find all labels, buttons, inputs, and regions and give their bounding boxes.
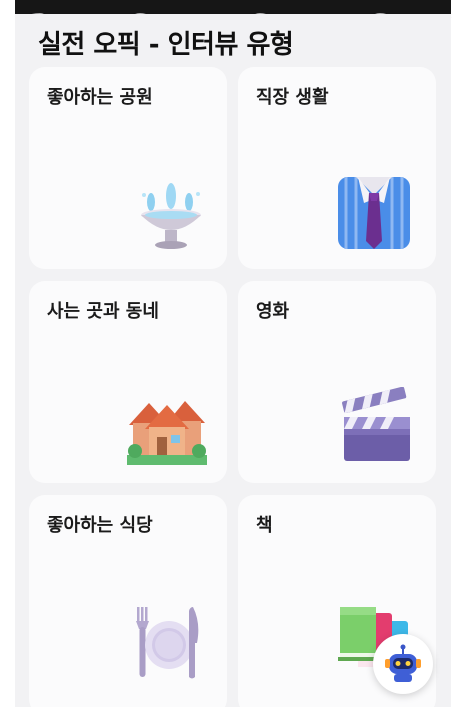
app-content: 좋아하는 공원 직장 생활 사는 곳과 동네 영화 좋아하는 식당 책 실전 오… [15, 14, 451, 707]
clapperboard-icon [342, 387, 410, 461]
topic-card-movie[interactable]: 영화 [238, 281, 436, 483]
houses-icon [127, 401, 207, 465]
topic-card-label: 책 [256, 515, 273, 536]
topic-card-label: 영화 [256, 301, 290, 322]
shirt-tie-icon [338, 177, 410, 249]
topic-card-label: 좋아하는 공원 [47, 87, 153, 108]
fountain-icon [141, 183, 201, 249]
screen: 좋아하는 공원 직장 생활 사는 곳과 동네 영화 좋아하는 식당 책 실전 오… [0, 0, 466, 707]
fork-knife-plate-icon [136, 607, 199, 679]
topic-card-label: 사는 곳과 동네 [47, 301, 159, 322]
assistant-button[interactable] [373, 634, 433, 694]
topic-card-work[interactable]: 직장 생활 [238, 67, 436, 269]
robot-icon [385, 644, 421, 682]
topic-grid: 좋아하는 공원 직장 생활 사는 곳과 동네 영화 좋아하는 식당 책 [15, 14, 451, 707]
topic-card-label: 직장 생활 [256, 87, 329, 108]
topic-card-park[interactable]: 좋아하는 공원 [29, 67, 227, 269]
topic-card-restaurant[interactable]: 좋아하는 식당 [29, 495, 227, 707]
topic-card-label: 좋아하는 식당 [47, 515, 153, 536]
page-title: 실전 오픽 - 인터뷰 유형 [38, 30, 294, 60]
topic-card-neighborhood[interactable]: 사는 곳과 동네 [29, 281, 227, 483]
